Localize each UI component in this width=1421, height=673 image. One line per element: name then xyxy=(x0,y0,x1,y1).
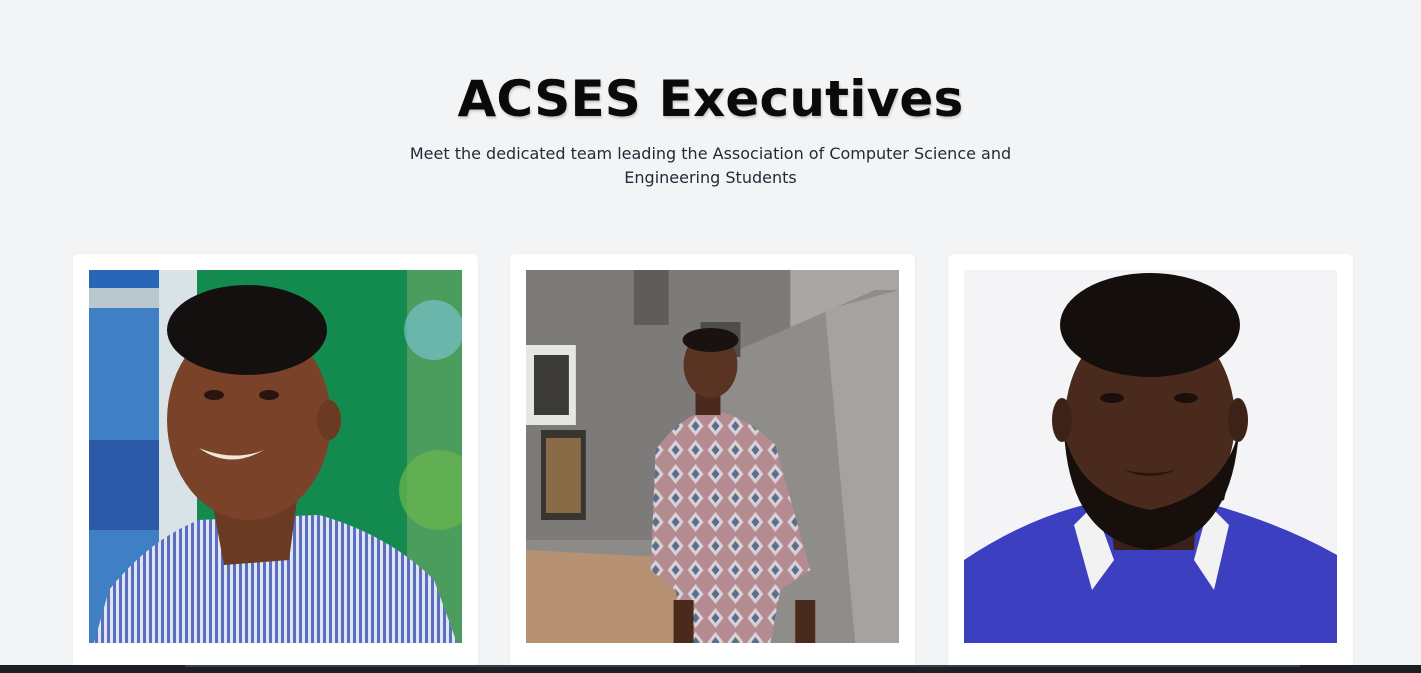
executive-card[interactable] xyxy=(948,254,1353,673)
page-subtitle: Meet the dedicated team leading the Asso… xyxy=(409,144,1012,187)
executive-photo xyxy=(964,270,1337,643)
executive-card[interactable] xyxy=(510,254,915,673)
portrait-image xyxy=(526,270,899,643)
portrait-image xyxy=(89,270,462,643)
portrait-image xyxy=(964,270,1337,643)
taskbar-highlight xyxy=(185,665,1300,667)
executives-page: ACSES Executives Meet the dedicated team… xyxy=(0,0,1421,673)
executive-photo xyxy=(89,270,462,643)
executive-card[interactable] xyxy=(73,254,478,673)
page-title: ACSES Executives xyxy=(457,70,964,128)
executive-photo xyxy=(526,270,899,643)
